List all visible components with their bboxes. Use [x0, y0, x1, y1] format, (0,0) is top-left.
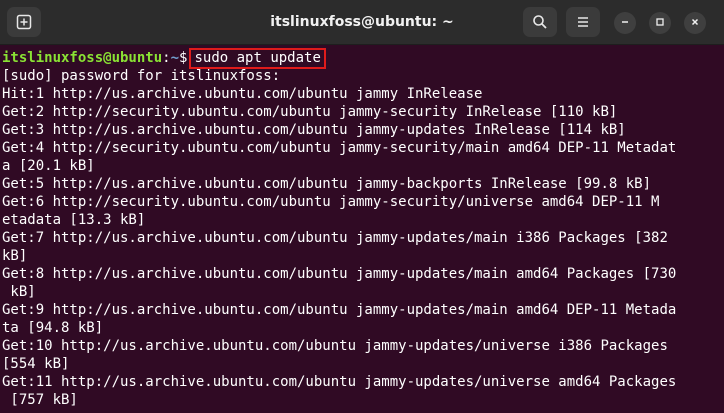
search-icon	[532, 14, 548, 30]
output-line: kB]	[2, 248, 28, 264]
terminal-window: itslinuxfoss@ubuntu: ~ itslinuxfoss@ubun…	[0, 0, 724, 413]
hamburger-menu-icon	[575, 14, 591, 30]
output-line: Get:9 http://us.archive.ubuntu.com/ubunt…	[2, 302, 677, 318]
terminal-output[interactable]: itslinuxfoss@ubuntu:~$ sudo apt update [s…	[0, 45, 724, 413]
menu-button[interactable]	[566, 7, 600, 37]
output-line: Get:8 http://us.archive.ubuntu.com/ubunt…	[2, 266, 677, 282]
prompt-symbol: $	[179, 50, 188, 66]
output-line: Get:6 http://security.ubuntu.com/ubuntu …	[2, 194, 660, 210]
output-line: Get:2 http://security.ubuntu.com/ubuntu …	[2, 104, 618, 120]
title-bar: itslinuxfoss@ubuntu: ~	[0, 0, 724, 45]
output-line: Get:10 http://us.archive.ubuntu.com/ubun…	[2, 338, 668, 354]
new-tab-button[interactable]	[7, 7, 41, 37]
maximize-icon	[655, 14, 665, 32]
close-icon	[690, 14, 700, 32]
search-button[interactable]	[523, 7, 557, 37]
close-button[interactable]	[684, 12, 706, 34]
output-line: Get:4 http://security.ubuntu.com/ubuntu …	[2, 140, 677, 156]
highlighted-command: sudo apt update	[189, 48, 326, 69]
output-line: [sudo] password for itslinuxfoss:	[2, 68, 281, 84]
prompt-line: itslinuxfoss@ubuntu:~$ sudo apt update	[2, 48, 326, 69]
output-line: etadata [13.3 kB]	[2, 212, 146, 228]
prompt-path: ~	[170, 50, 180, 66]
prompt-user-host: itslinuxfoss@ubuntu	[2, 50, 163, 66]
new-tab-icon	[16, 14, 32, 30]
minimize-button[interactable]	[614, 12, 636, 34]
output-line: kB]	[2, 284, 36, 300]
output-line: Hit:1 http://us.archive.ubuntu.com/ubunt…	[2, 86, 483, 102]
maximize-button[interactable]	[649, 12, 671, 34]
output-line: Get:3 http://us.archive.ubuntu.com/ubunt…	[2, 122, 626, 138]
minimize-icon	[620, 14, 630, 32]
output-line: [757 kB]	[2, 392, 78, 408]
output-line: Get:5 http://us.archive.ubuntu.com/ubunt…	[2, 176, 652, 192]
prompt-separator: :	[162, 50, 171, 66]
output-line: Get:11 http://us.archive.ubuntu.com/ubun…	[2, 374, 677, 390]
output-line: a [20.1 kB]	[2, 158, 95, 174]
output-line: ta [94.8 kB]	[2, 320, 104, 336]
output-line: Get:7 http://us.archive.ubuntu.com/ubunt…	[2, 230, 668, 246]
output-line: [554 kB]	[2, 356, 70, 372]
